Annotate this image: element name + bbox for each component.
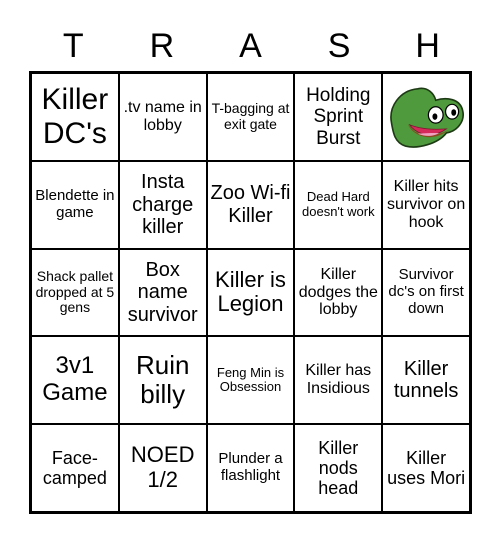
bingo-cell[interactable]: Box name survivor [118,248,207,337]
bingo-cell[interactable]: Killer hits survivor on hook [382,160,470,249]
bingo-cell[interactable]: Insta charge killer [118,160,207,249]
bingo-cell[interactable]: Killer tunnels [382,336,470,425]
bingo-cell[interactable]: Ruin billy [118,336,207,425]
bingo-cell[interactable]: Holding Sprint Burst [294,73,383,161]
bingo-cell[interactable]: .tv name in lobby [118,73,207,161]
pepega-frog-icon [390,87,465,148]
bingo-card: Killer DC's .tv name in lobby T-bagging … [29,71,472,514]
bingo-cell[interactable]: Plunder a flashlight [206,424,295,512]
title-letter-r: R [149,27,175,65]
bingo-cell[interactable]: Zoo Wi-fi Killer [206,160,295,249]
bingo-cell[interactable]: Dead Hard doesn't work [294,160,383,249]
bingo-cell[interactable]: Shack pallet dropped at 5 gens [31,248,119,337]
bingo-cell[interactable]: NOED 1/2 [118,424,207,512]
title-letter-a: A [239,27,262,65]
bingo-cell[interactable]: 3v1 Game [31,336,119,425]
bingo-cell[interactable]: Killer uses Mori [382,424,470,512]
bingo-cell[interactable]: Killer has Insidious [294,336,383,425]
bingo-cell[interactable]: Killer nods head [294,424,383,512]
title-letter-s: S [327,27,351,65]
bingo-cell[interactable]: Feng Min is Obsession [206,336,295,425]
bingo-cell[interactable]: Killer DC's [31,73,119,161]
title-letter-h: H [415,27,440,65]
bingo-title: T R A S H [29,26,472,66]
bingo-cell[interactable]: Blendette in game [31,160,119,249]
bingo-cell[interactable]: Killer is Legion [206,248,295,337]
bingo-cell[interactable]: Killer dodges the lobby [294,248,383,337]
bingo-cell[interactable]: T-bagging at exit gate [206,73,295,161]
free-space[interactable] [382,73,470,161]
bingo-cell[interactable]: Survivor dc's on first down [382,248,470,337]
title-letter-t: T [62,27,84,65]
bingo-cell[interactable]: Face-camped [31,424,119,512]
